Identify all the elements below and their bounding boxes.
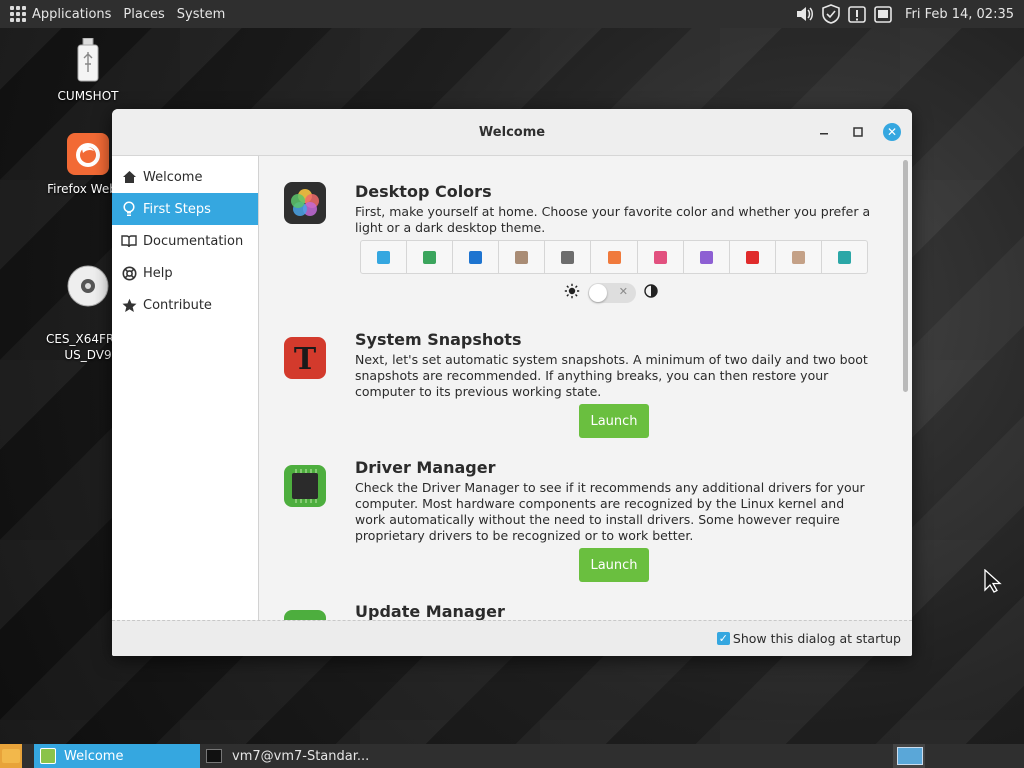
checkbox-checked-icon: ✓ bbox=[716, 632, 730, 645]
sidebar-item-label: Help bbox=[143, 265, 173, 281]
section-title: Update Manager bbox=[355, 602, 505, 620]
first-steps-content[interactable]: Desktop Colors First, make yourself at h… bbox=[259, 156, 898, 620]
section-title: Driver Manager bbox=[355, 458, 496, 477]
welcome-window: Welcome ✕ Welcome First Steps Documentat… bbox=[112, 109, 912, 656]
places-label: Places bbox=[123, 6, 165, 22]
switch-off-icon: ✕ bbox=[618, 285, 628, 298]
taskbar-item-welcome[interactable]: Welcome bbox=[34, 744, 200, 768]
sidebar-item-label: First Steps bbox=[143, 201, 211, 217]
system-tray: Fri Feb 14, 02:35 bbox=[795, 0, 1024, 28]
task-label: vm7@vm7-Standar... bbox=[232, 748, 370, 764]
system-label: System bbox=[176, 6, 226, 22]
star-icon bbox=[121, 297, 137, 313]
notification-alert-icon[interactable] bbox=[847, 4, 867, 24]
moon-icon bbox=[644, 284, 658, 302]
svg-text:T: T bbox=[294, 342, 317, 377]
driver-manager-launch-button[interactable]: Launch bbox=[579, 548, 649, 582]
usb-drive-icon bbox=[33, 37, 143, 85]
color-swatch-aqua-blue[interactable] bbox=[453, 241, 500, 273]
color-swatch-red[interactable] bbox=[730, 241, 776, 273]
maximize-icon bbox=[853, 127, 863, 137]
minimize-button[interactable] bbox=[814, 122, 834, 142]
clock[interactable]: Fri Feb 14, 02:35 bbox=[905, 7, 1014, 22]
top-panel: Applications Places System Fri Feb 14, 0… bbox=[0, 0, 1024, 28]
sidebar-item-label: Documentation bbox=[143, 233, 244, 249]
section-description: Next, let's set automatic system snapsho… bbox=[355, 352, 868, 399]
workspace-icon bbox=[897, 747, 923, 765]
sidebar-item-contribute[interactable]: Contribute bbox=[112, 289, 258, 321]
sidebar-item-help[interactable]: Help bbox=[112, 257, 258, 289]
workspace-switcher[interactable] bbox=[893, 744, 925, 768]
sidebar-item-label: Contribute bbox=[143, 297, 212, 313]
window-title: Welcome bbox=[478, 124, 546, 140]
minimize-icon bbox=[820, 133, 828, 135]
desktop-icon-usb[interactable]: CUMSHOT bbox=[33, 37, 143, 103]
color-swatch-row bbox=[360, 240, 868, 274]
bottom-panel: Welcome vm7@vm7-Standar... bbox=[0, 744, 1024, 768]
home-icon bbox=[121, 169, 137, 185]
section-title: Desktop Colors bbox=[355, 182, 492, 201]
content-scrollbar[interactable] bbox=[900, 156, 912, 620]
shield-update-icon[interactable] bbox=[821, 4, 841, 24]
section-description: First, make yourself at home. Choose you… bbox=[355, 204, 871, 235]
snapshots-launch-button[interactable]: Launch bbox=[579, 404, 649, 438]
theme-toggle-row: ✕ bbox=[564, 283, 658, 303]
color-swatch-green[interactable] bbox=[407, 241, 454, 273]
close-icon: ✕ bbox=[883, 123, 901, 141]
color-swatch-purple[interactable] bbox=[684, 241, 730, 273]
folder-icon bbox=[2, 749, 20, 763]
color-swatch-pink[interactable] bbox=[638, 241, 684, 273]
book-icon bbox=[121, 233, 137, 249]
window-footer: ✓ Show this dialog at startup bbox=[112, 620, 912, 656]
task-label: Welcome bbox=[64, 748, 124, 764]
color-swatch-brown[interactable] bbox=[499, 241, 546, 273]
lifebuoy-icon bbox=[121, 265, 137, 281]
close-button[interactable]: ✕ bbox=[882, 122, 902, 142]
color-swatch-grey[interactable] bbox=[545, 241, 592, 273]
sun-icon bbox=[564, 283, 580, 303]
applications-label: Applications bbox=[32, 6, 112, 22]
system-menu[interactable]: System bbox=[171, 0, 231, 28]
taskbar-item-terminal[interactable]: vm7@vm7-Standar... bbox=[200, 744, 370, 768]
color-swatch-orange[interactable] bbox=[591, 241, 638, 273]
timeshift-icon: T bbox=[284, 337, 326, 379]
sidebar-item-first-steps[interactable]: First Steps bbox=[112, 193, 258, 225]
show-desktop-button[interactable] bbox=[0, 744, 22, 768]
section-title: System Snapshots bbox=[355, 330, 522, 349]
maximize-button[interactable] bbox=[848, 122, 868, 142]
color-swatch-teal[interactable] bbox=[822, 241, 867, 273]
driver-chip-icon bbox=[284, 465, 326, 507]
mouse-cursor-icon bbox=[984, 568, 1002, 597]
section-update-manager: Update Manager bbox=[284, 602, 874, 620]
applications-menu[interactable]: Applications bbox=[0, 0, 117, 28]
switch-knob bbox=[589, 284, 607, 302]
sidebar-item-welcome[interactable]: Welcome bbox=[112, 161, 258, 193]
show-at-startup-checkbox[interactable]: ✓ Show this dialog at startup bbox=[716, 631, 901, 646]
color-palette-icon bbox=[284, 182, 326, 224]
startup-label: Show this dialog at startup bbox=[732, 631, 901, 646]
window-titlebar[interactable]: Welcome ✕ bbox=[112, 109, 912, 156]
volume-icon[interactable] bbox=[795, 4, 815, 24]
section-description: Check the Driver Manager to see if it re… bbox=[355, 480, 865, 543]
dark-theme-switch[interactable]: ✕ bbox=[588, 283, 636, 303]
sidebar-item-label: Welcome bbox=[143, 169, 203, 185]
section-system-snapshots: T System Snapshots Next, let's set autom… bbox=[284, 330, 874, 440]
lightbulb-icon bbox=[121, 201, 137, 217]
section-desktop-colors: Desktop Colors First, make yourself at h… bbox=[284, 182, 874, 322]
color-swatch-sand[interactable] bbox=[776, 241, 822, 273]
desktop-icon-label: CUMSHOT bbox=[57, 89, 119, 103]
scrollbar-thumb[interactable] bbox=[903, 160, 908, 392]
sidebar-item-documentation[interactable]: Documentation bbox=[112, 225, 258, 257]
network-icon[interactable] bbox=[873, 4, 893, 24]
section-driver-manager: Driver Manager Check the Driver Manager … bbox=[284, 458, 874, 588]
update-shield-icon bbox=[284, 610, 326, 620]
terminal-icon bbox=[206, 749, 222, 763]
apps-grid-icon bbox=[10, 6, 26, 22]
color-swatch-blue[interactable] bbox=[361, 241, 408, 273]
welcome-app-icon bbox=[40, 748, 56, 764]
sidebar: Welcome First Steps Documentation Help C… bbox=[112, 156, 259, 620]
places-menu[interactable]: Places bbox=[117, 0, 170, 28]
